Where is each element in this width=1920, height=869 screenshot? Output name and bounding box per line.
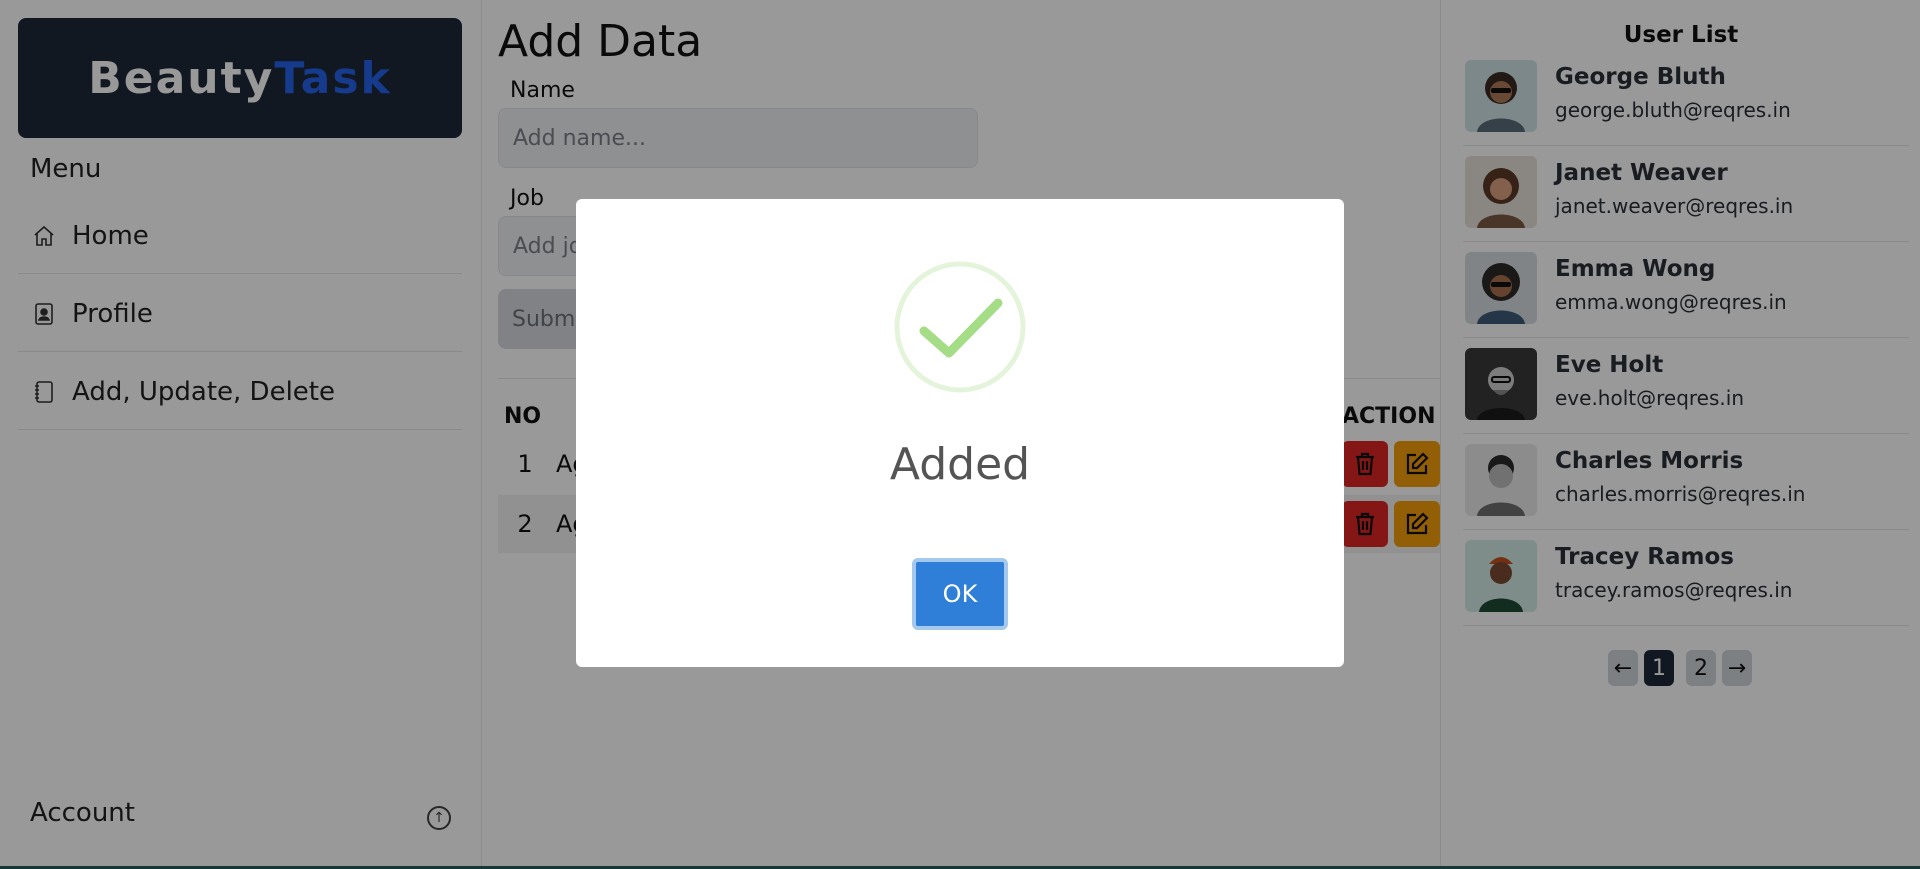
dialog-title: Added: [889, 439, 1031, 490]
success-dialog: Added OK: [576, 199, 1344, 667]
ok-button[interactable]: OK: [912, 558, 1008, 630]
success-check-icon: [894, 261, 1026, 393]
